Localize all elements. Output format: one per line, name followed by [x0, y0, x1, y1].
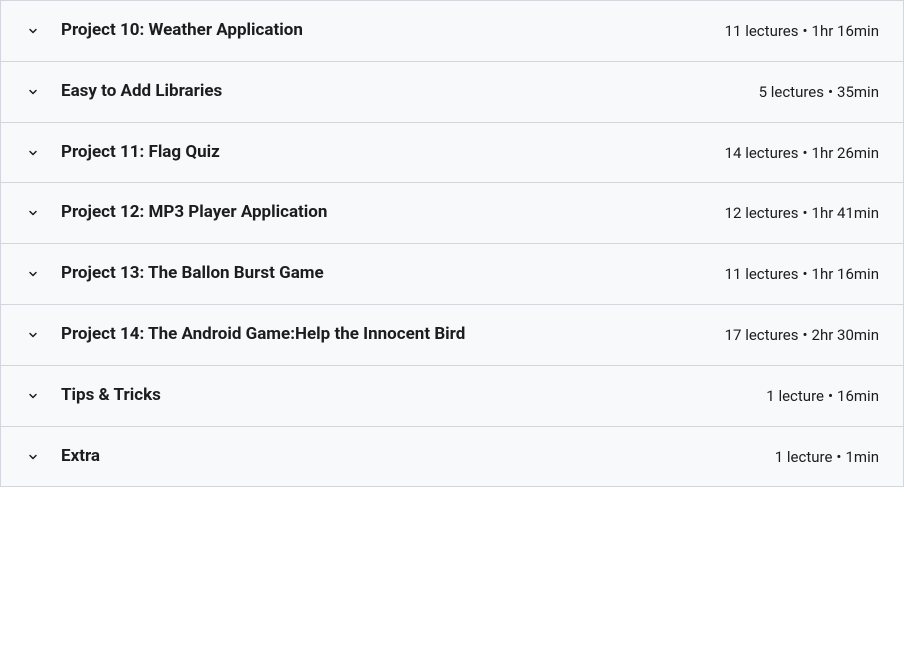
duration: 35min — [837, 83, 879, 101]
chevron-down-icon — [25, 145, 41, 161]
section-title: Tips & Tricks — [61, 384, 766, 408]
section-title: Project 12: MP3 Player Application — [61, 201, 725, 225]
chevron-down-icon — [25, 327, 41, 343]
chevron-down-icon — [25, 205, 41, 221]
dot-separator: • — [802, 204, 807, 222]
section-meta: 1 lecture•1min — [775, 447, 879, 468]
dot-separator: • — [802, 265, 807, 283]
section-title: Project 13: The Ballon Burst Game — [61, 262, 725, 286]
dot-separator: • — [828, 83, 833, 101]
section-row[interactable]: Project 10: Weather Application 11 lectu… — [1, 1, 903, 62]
course-section-list: Project 10: Weather Application 11 lectu… — [0, 0, 904, 487]
section-meta: 17 lectures• 2hr 30min — [725, 325, 879, 346]
lectures-count: 5 lectures — [759, 83, 824, 101]
section-title: Project 14: The Android Game:Help the In… — [61, 323, 725, 347]
section-title: Extra — [61, 445, 775, 469]
section-meta: 5 lectures•35min — [759, 82, 879, 103]
dot-separator: • — [802, 326, 807, 344]
lectures-count: 12 lectures — [725, 204, 799, 222]
section-row[interactable]: Easy to Add Libraries 5 lectures•35min — [1, 62, 903, 123]
duration: 1hr 16min — [812, 22, 879, 40]
section-row[interactable]: Project 12: MP3 Player Application 12 le… — [1, 183, 903, 244]
dot-separator: • — [802, 144, 807, 162]
dot-separator: • — [802, 22, 807, 40]
duration: 2hr 30min — [812, 326, 879, 344]
section-title: Project 10: Weather Application — [61, 19, 725, 43]
section-row[interactable]: Tips & Tricks 1 lecture•16min — [1, 366, 903, 427]
section-meta: 12 lectures• 1hr 41min — [725, 203, 879, 224]
lectures-count: 11 lectures — [725, 265, 799, 283]
lectures-count: 1 lecture — [766, 387, 824, 405]
duration: 1hr 26min — [812, 144, 879, 162]
dot-separator: • — [828, 387, 833, 405]
section-row[interactable]: Project 14: The Android Game:Help the In… — [1, 305, 903, 366]
section-row[interactable]: Project 13: The Ballon Burst Game 11 lec… — [1, 244, 903, 305]
section-row[interactable]: Project 11: Flag Quiz 14 lectures• 1hr 26… — [1, 123, 903, 184]
duration: 1hr 16min — [812, 265, 879, 283]
chevron-down-icon — [25, 266, 41, 282]
chevron-down-icon — [25, 449, 41, 465]
section-title: Project 11: Flag Quiz — [61, 141, 725, 165]
duration: 1min — [845, 448, 879, 466]
lectures-count: 1 lecture — [775, 448, 833, 466]
dot-separator: • — [836, 448, 841, 466]
section-title: Easy to Add Libraries — [61, 80, 759, 104]
chevron-down-icon — [25, 23, 41, 39]
lectures-count: 17 lectures — [725, 326, 799, 344]
duration: 16min — [837, 387, 879, 405]
section-meta: 11 lectures• 1hr 16min — [725, 264, 879, 285]
chevron-down-icon — [25, 388, 41, 404]
section-meta: 11 lectures• 1hr 16min — [725, 21, 879, 42]
section-meta: 1 lecture•16min — [766, 386, 879, 407]
duration: 1hr 41min — [812, 204, 879, 222]
chevron-down-icon — [25, 84, 41, 100]
lectures-count: 14 lectures — [725, 144, 799, 162]
section-meta: 14 lectures• 1hr 26min — [725, 143, 879, 164]
lectures-count: 11 lectures — [725, 22, 799, 40]
section-row[interactable]: Extra 1 lecture•1min — [1, 427, 903, 488]
